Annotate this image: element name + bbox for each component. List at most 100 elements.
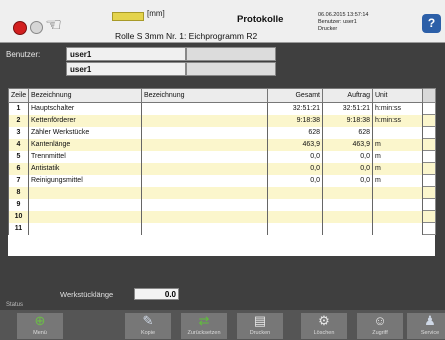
col-unit[interactable]: Unit (372, 88, 423, 103)
tools-icon: ⚙ (318, 313, 330, 328)
unit-label: [mm] (147, 9, 165, 18)
scrollbar-track[interactable] (422, 162, 436, 175)
row-index: 10 (8, 210, 29, 223)
scrollbar-track[interactable] (422, 222, 436, 235)
toolbar-button-4[interactable]: ▤ Drucken (236, 312, 284, 340)
row-auftrag: 32:51:21 (322, 102, 373, 115)
table-row[interactable]: 1 Hauptschalter 32:51:21 32:51:21 h:min:ss (8, 102, 436, 115)
scrollbar-track[interactable] (422, 150, 436, 163)
toolbar-button-label: Löschen (313, 330, 335, 336)
scrollbar-track[interactable] (422, 102, 436, 115)
scrollbar-track[interactable] (422, 174, 436, 187)
plus-circle-icon: ⊕ (34, 313, 46, 328)
col-gesamt[interactable]: Gesamt (267, 88, 323, 103)
table-row[interactable]: 10 (8, 210, 436, 223)
row-auftrag (322, 198, 373, 211)
row-gesamt: 463,9 (267, 138, 323, 151)
row-unit: h:min:ss (372, 114, 423, 127)
scrollbar-track[interactable] (422, 186, 436, 199)
row-auftrag: 0,0 (322, 150, 373, 163)
table-row[interactable]: 9 (8, 198, 436, 211)
toolbar-button-2[interactable]: ✎ Kopie (124, 312, 172, 340)
arrows-icon: ⇄ (198, 313, 210, 328)
table-row[interactable]: 7 Reinigungsmittel 0,0 0,0 m (8, 174, 436, 187)
row-unit (372, 186, 423, 199)
row-name: Kantenlänge (28, 138, 142, 151)
werkstueck-label: Werkstücklänge (60, 290, 114, 299)
row-index: 8 (8, 186, 29, 199)
row-auftrag (322, 186, 373, 199)
grey-status-icon[interactable] (30, 21, 43, 34)
row-unit (372, 198, 423, 211)
status-label: Status (6, 302, 24, 308)
row-index: 2 (8, 114, 29, 127)
row-index: 3 (8, 126, 29, 139)
row-desc (141, 198, 268, 211)
scrollbar-track[interactable] (422, 126, 436, 139)
toolbar-button-7[interactable]: ♟ Service (406, 312, 445, 340)
row-index: 1 (8, 102, 29, 115)
red-status-icon[interactable] (13, 21, 27, 35)
hand-pointer-icon[interactable]: ☜ (45, 15, 75, 37)
user-field-2[interactable]: user1 (66, 62, 186, 76)
werkstueck-value[interactable]: 0.0 (134, 288, 179, 300)
scrollbar-track[interactable] (422, 198, 436, 211)
row-auftrag: 628 (322, 126, 373, 139)
help-button[interactable]: ? (422, 14, 441, 33)
scrollbar-track[interactable] (422, 114, 436, 127)
table-row[interactable]: 5 Trennmittel 0,0 0,0 m (8, 150, 436, 163)
unit-indicator (112, 12, 144, 21)
row-unit: m (372, 162, 423, 175)
row-name: Reinigungsmittel (28, 174, 142, 187)
row-gesamt (267, 198, 323, 211)
table-row[interactable]: 6 Antistatik 0,0 0,0 m (8, 162, 436, 175)
row-auftrag (322, 210, 373, 223)
row-name: Hauptschalter (28, 102, 142, 115)
row-desc (141, 138, 268, 151)
user-field-2-extension (186, 62, 276, 76)
row-desc (141, 162, 268, 175)
row-desc (141, 102, 268, 115)
person-icon: ♟ (424, 313, 436, 328)
table-row[interactable]: 11 (8, 222, 436, 235)
datetime-info: 06.06.2015 13:57:14 Benutzer: user1 Druc… (318, 12, 369, 32)
row-index: 5 (8, 150, 29, 163)
table-row[interactable]: 8 (8, 186, 436, 199)
row-desc (141, 114, 268, 127)
document-icon: ▤ (253, 313, 267, 328)
row-desc (141, 222, 268, 235)
toolbar-button-label: Zugriff (372, 330, 388, 336)
col-bezeichnung[interactable]: Bezeichnung (28, 88, 142, 103)
table-row[interactable]: 3 Zähler Werkstücke 628 628 (8, 126, 436, 139)
row-name: Zähler Werkstücke (28, 126, 142, 139)
scrollbar-top[interactable] (422, 88, 436, 103)
toolbar-button-label: Kopie (140, 330, 156, 336)
col-zeile[interactable]: Zeile (8, 88, 29, 103)
row-index: 9 (8, 198, 29, 211)
row-index: 7 (8, 174, 29, 187)
row-gesamt: 628 (267, 126, 323, 139)
toolbar-button-5[interactable]: ⚙ Löschen (300, 312, 348, 340)
user-field-1-extension (186, 47, 276, 61)
protocol-table: Zeile Bezeichnung Bezeichnung Gesamt Auf… (8, 88, 436, 256)
toolbar-button-6[interactable]: ☺ Zugriff (356, 312, 404, 340)
user-field-1[interactable]: user1 (66, 47, 186, 61)
toolbar-button-label: Menü (33, 330, 47, 336)
scrollbar-track[interactable] (422, 138, 436, 151)
row-index: 4 (8, 138, 29, 151)
row-gesamt (267, 210, 323, 223)
toolbar-button-label: Drucken (249, 330, 271, 336)
col-bezeichnung-2[interactable]: Bezeichnung (141, 88, 268, 103)
table-header: Zeile Bezeichnung Bezeichnung Gesamt Auf… (8, 88, 436, 103)
row-desc (141, 174, 268, 187)
table-row[interactable]: 4 Kantenlänge 463,9 463,9 m (8, 138, 436, 151)
row-gesamt (267, 222, 323, 235)
scrollbar-track[interactable] (422, 210, 436, 223)
toolbar-button-3[interactable]: ⇄ Zurücksetzen (180, 312, 228, 340)
col-auftrag[interactable]: Auftrag (322, 88, 373, 103)
table-row[interactable]: 2 Kettenförderer 9:18:38 9:18:38 h:min:ss (8, 114, 436, 127)
row-name (28, 186, 142, 199)
row-unit: h:min:ss (372, 102, 423, 115)
row-auftrag: 0,0 (322, 162, 373, 175)
toolbar-button-1[interactable]: ⊕ Menü (16, 312, 64, 340)
